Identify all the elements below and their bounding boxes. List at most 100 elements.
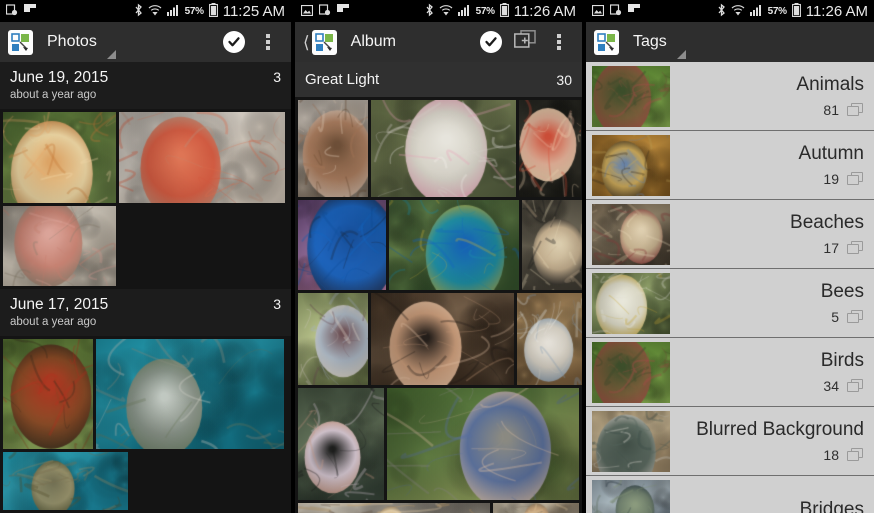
image-icon	[591, 4, 605, 19]
photo-thumbnail[interactable]	[519, 100, 581, 197]
tag-meta: Bridges	[670, 480, 874, 513]
overflow-menu-button[interactable]	[544, 27, 574, 57]
date-label: June 19, 2015	[10, 69, 109, 86]
signal-icon	[457, 4, 471, 19]
photo-thumbnail[interactable]	[298, 293, 368, 385]
folder-icon[interactable]	[847, 240, 864, 255]
tag-name: Blurred Background	[696, 419, 864, 441]
tag-name: Autumn	[798, 143, 864, 165]
app-logo-icon[interactable]	[594, 29, 619, 55]
photo-thumbnail[interactable]	[522, 200, 582, 290]
overflow-menu-button[interactable]	[253, 27, 283, 57]
tag-name: Bridges	[799, 499, 864, 513]
photo-thumbnail[interactable]	[3, 112, 116, 203]
tag-list-item[interactable]: Bees 5	[586, 269, 874, 338]
add-to-album-icon	[514, 30, 536, 54]
photos-screen: 57% 11:25 AM Photos June 19, 2015 3 abou…	[0, 0, 291, 513]
tag-thumbnail	[592, 480, 670, 513]
white-dog-with-tie-image	[517, 293, 582, 385]
photo-thumbnail[interactable]	[371, 100, 516, 197]
page-title: Photos	[47, 33, 97, 50]
chevron-down-icon[interactable]	[106, 50, 116, 59]
tags-list: Animals 81 Autumn 19 Beaches 17 Bees 5 Birds 34 Bl…	[586, 62, 874, 513]
tag-list-item[interactable]: Animals 81	[586, 62, 874, 131]
image-icon	[300, 4, 314, 19]
tag-thumbnail	[592, 204, 670, 265]
relative-time-label: about a year ago	[10, 89, 97, 101]
tag-count-row: 5	[831, 309, 864, 325]
vintage-truck-grille-image	[592, 411, 670, 472]
photos-date-header[interactable]: June 19, 2015 3 about a year ago	[0, 62, 291, 109]
app-logo-icon[interactable]	[311, 29, 337, 55]
clock-label: 11:26 AM	[513, 2, 576, 20]
tag-count-row: 19	[823, 171, 864, 187]
photo-thumbnail[interactable]	[3, 206, 116, 286]
tag-photo-count: 17	[823, 239, 839, 256]
check-icon	[223, 31, 245, 53]
woman-dark-hair-pink-shirt-image	[298, 388, 384, 500]
tag-meta: Animals 81	[670, 66, 874, 126]
photo-thumbnail[interactable]	[119, 112, 285, 203]
action-bar: Photos	[0, 22, 291, 62]
iguana-at-pool-edge-image	[96, 339, 284, 449]
select-all-button[interactable]	[219, 27, 249, 57]
tag-thumbnail	[592, 66, 670, 127]
photo-count: 3	[273, 69, 281, 85]
photo-row	[295, 293, 582, 388]
tag-list-item[interactable]: Bridges	[586, 476, 874, 513]
app-logo-icon[interactable]	[8, 29, 33, 55]
white-flower-closeup-image	[592, 273, 670, 334]
photos-date-header[interactable]: June 17, 2015 3 about a year ago	[0, 289, 291, 336]
red-rooster-on-grass-image	[3, 339, 93, 449]
tag-list-item[interactable]: Beaches 17	[586, 200, 874, 269]
bluetooth-icon	[425, 3, 434, 20]
photo-thumbnail[interactable]	[298, 503, 490, 513]
back-chevron-icon[interactable]: ⟨	[303, 34, 310, 51]
select-all-button[interactable]	[476, 27, 506, 57]
coastal-pier-bridge-image	[592, 480, 670, 513]
tag-thumbnail	[592, 411, 670, 472]
photo-thumbnail[interactable]	[389, 200, 519, 290]
photo-thumbnail[interactable]	[298, 200, 386, 290]
signal-icon	[166, 4, 180, 19]
album-title-bar[interactable]: Great Light 30	[295, 62, 582, 97]
photo-thumbnail[interactable]	[298, 388, 384, 500]
photo-thumbnail[interactable]	[517, 293, 582, 385]
tag-meta: Bees 5	[670, 273, 874, 333]
photo-thumbnail[interactable]	[298, 100, 368, 197]
status-bar: 57% 11:26 AM	[295, 0, 582, 22]
photo-thumbnail[interactable]	[493, 503, 579, 513]
photo-thumbnail[interactable]	[3, 339, 93, 449]
blonde-woman-black-jacket-image	[522, 200, 582, 290]
album-photo-count: 30	[556, 71, 572, 88]
flag-icon	[628, 3, 641, 19]
tag-list-item[interactable]: Birds 34	[586, 338, 874, 407]
chevron-down-icon[interactable]	[676, 50, 686, 59]
folder-icon[interactable]	[847, 102, 864, 117]
photo-thumbnail[interactable]	[96, 339, 284, 449]
photo-thumbnail[interactable]	[371, 293, 514, 385]
blonde-woman-floral-top-image	[519, 100, 581, 197]
tag-meta: Blurred Background 18	[670, 411, 874, 471]
folder-icon[interactable]	[847, 171, 864, 186]
photo-thumbnail[interactable]	[3, 452, 128, 510]
tag-meta: Autumn 19	[670, 135, 874, 195]
battery-percent-label: 57%	[767, 5, 787, 17]
three-phone-screenshots: 57% 11:25 AM Photos June 19, 2015 3 abou…	[0, 0, 874, 513]
screenshot-icon	[5, 3, 18, 19]
photo-thumbnail[interactable]	[387, 388, 579, 500]
orange-butterfly-on-green-plant-image	[3, 112, 116, 203]
folder-icon[interactable]	[847, 447, 864, 462]
iguana-swimming-in-pool-image	[3, 452, 128, 510]
folder-icon[interactable]	[847, 378, 864, 393]
photo-row	[0, 452, 291, 513]
tag-list-item[interactable]: Blurred Background 18	[586, 407, 874, 476]
tag-list-item[interactable]: Autumn 19	[586, 131, 874, 200]
add-to-album-button[interactable]	[510, 27, 540, 57]
page-title: Tags	[633, 33, 667, 50]
folder-icon[interactable]	[847, 309, 864, 324]
status-bar-system-icons: 57% 11:26 AM	[425, 2, 576, 20]
tag-count-row: 81	[823, 102, 864, 118]
tag-name: Beaches	[790, 212, 864, 234]
relative-time-label: about a year ago	[10, 316, 97, 328]
